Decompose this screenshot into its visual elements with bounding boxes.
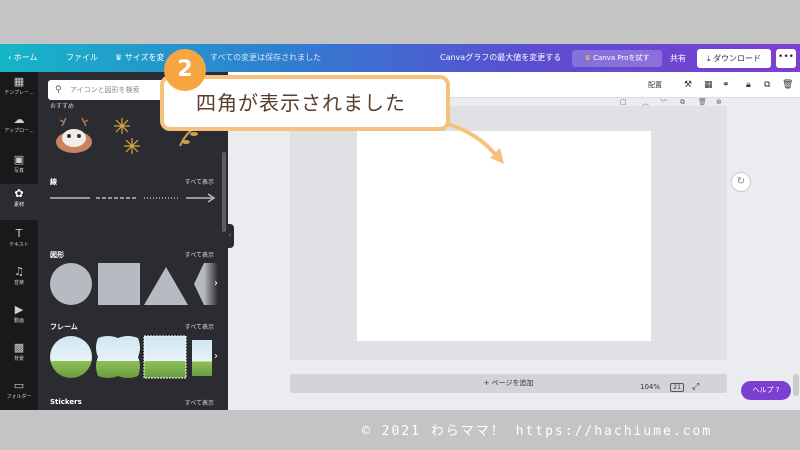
resize-button[interactable]: ♛ サイズを変: [115, 44, 164, 72]
panel-scrollbar[interactable]: [222, 152, 226, 232]
note-icon[interactable]: ▢: [620, 98, 627, 106]
shape-square[interactable]: [98, 263, 140, 305]
collapse-panel-handle[interactable]: ‹: [226, 224, 234, 248]
search-icon: ⚲: [55, 85, 62, 95]
file-menu[interactable]: ファイル: [66, 44, 98, 72]
link-icon[interactable]: ⚭: [722, 72, 730, 98]
callout-arrow-icon: [447, 122, 504, 164]
rail-label: アップロー...: [4, 128, 34, 134]
save-status: すべての変更は保存されました: [210, 53, 322, 62]
video-icon: ▶: [14, 303, 24, 316]
rail-item-text[interactable]: T テキスト: [0, 224, 38, 260]
frame-stamp[interactable]: [143, 335, 187, 379]
text-icon: T: [15, 227, 23, 240]
top-toolbar: ‹ ホーム ファイル ♛ サイズを変 すべての変更は保存されました Canvaグ…: [0, 44, 800, 72]
side-rail: ▦ テンプレー... ☁ アップロー... ▣ 写真 ✿ 素材 T テキスト ♫ 音楽 ▶ 動…: [0, 72, 38, 410]
rail-label: 音楽: [13, 280, 24, 286]
chevron-up-icon[interactable]: ︿: [642, 98, 649, 108]
photo-icon: ▣: [13, 153, 25, 166]
frames-next-arrow[interactable]: ›: [204, 334, 218, 380]
canvas-scrollbar[interactable]: [792, 98, 800, 410]
lock-icon[interactable]: 🔒︎: [746, 72, 751, 98]
help-button[interactable]: ヘルプ ?: [741, 381, 791, 400]
frames-see-all[interactable]: すべて表示: [185, 322, 214, 331]
sticker-deer[interactable]: [56, 117, 92, 153]
music-icon: ♫: [14, 265, 24, 278]
rail-label: 素材: [13, 202, 24, 208]
rail-label: 動画: [13, 318, 24, 324]
delete-page-icon[interactable]: 🗑︎: [698, 98, 707, 106]
template-icon: ▦: [13, 75, 25, 88]
copy-page-icon[interactable]: ⧉: [680, 98, 685, 107]
crown-icon: ♛: [115, 53, 125, 62]
position-button[interactable]: 配置: [648, 72, 662, 98]
callout-bubble: 四角が表示されました: [160, 75, 450, 131]
shape-circle[interactable]: [50, 263, 92, 305]
rail-item-music[interactable]: ♫ 音楽: [0, 262, 38, 298]
rail-label: テンプレー...: [4, 90, 34, 96]
download-button[interactable]: ⤓ ダウンロード: [697, 49, 771, 68]
try-pro-button[interactable]: ♛ Canva Proを試す: [572, 50, 662, 67]
step-badge: 2: [164, 49, 206, 91]
rail-label: フォルダー: [6, 394, 32, 400]
lines-row: [50, 193, 216, 203]
elements-icon: ✿: [14, 187, 24, 200]
footer-credit: © 2021 わらママ！ https://hachiume.com: [0, 410, 800, 450]
resize-label: サイズを変: [124, 53, 165, 62]
document-title[interactable]: Canvaグラフの最大値を変更する: [440, 44, 561, 72]
download-label: ダウンロード: [713, 54, 762, 63]
rail-item-photos[interactable]: ▣ 写真: [0, 150, 38, 186]
sticker-snowflakes[interactable]: [114, 118, 140, 154]
rail-item-background[interactable]: ▩ 背景: [0, 338, 38, 374]
credit-text: © 2021 わらママ！ https://hachiume.com: [362, 424, 713, 439]
recommended-title: おすすめ: [50, 103, 75, 110]
frame-circle[interactable]: [50, 336, 92, 378]
rail-item-templates[interactable]: ▦ テンプレー...: [0, 72, 38, 108]
share-button[interactable]: 共有: [664, 50, 692, 67]
home-label: ホーム: [13, 53, 38, 62]
page-controls: ▢ ︿ ﹀ ⧉ 🗑︎ ⊕: [618, 98, 730, 112]
rail-item-video[interactable]: ▶ 動画: [0, 300, 38, 336]
zoom-controls: 104% 21 ⤢: [640, 382, 699, 392]
lines-see-all[interactable]: すべて表示: [185, 177, 214, 186]
shapes-next-arrow[interactable]: ›: [204, 263, 218, 305]
chevron-down-icon[interactable]: ﹀: [660, 98, 667, 108]
rail-label: テキスト: [9, 242, 29, 248]
rail-label: 写真: [13, 168, 24, 174]
frames-title: フレーム: [50, 323, 78, 331]
frame-scalloped[interactable]: [96, 336, 140, 378]
background-icon: ▩: [13, 341, 25, 354]
top-margin: [0, 0, 800, 44]
shape-triangle[interactable]: [144, 267, 188, 305]
duplicate-icon[interactable]: ⧉: [764, 72, 770, 98]
rail-item-folder[interactable]: ▭ フォルダー: [0, 376, 38, 410]
transparency-icon[interactable]: ▦: [704, 72, 713, 98]
shapes-see-all[interactable]: すべて表示: [185, 250, 214, 259]
rail-label: 背景: [13, 356, 24, 362]
stickers-see-all[interactable]: すべて表示: [185, 398, 214, 407]
search-placeholder: アイコンと図形を検索: [70, 86, 140, 94]
page-count[interactable]: 21: [670, 383, 684, 392]
paint-roller-icon[interactable]: ⚒: [684, 72, 692, 98]
upload-icon: ☁: [13, 113, 25, 126]
more-button[interactable]: •••: [776, 49, 796, 68]
rail-item-uploads[interactable]: ☁ アップロー...: [0, 110, 38, 146]
trash-icon[interactable]: 🗑︎: [782, 72, 793, 98]
callout-text: 四角が表示されました: [196, 91, 406, 115]
frames-row: [50, 335, 212, 379]
lines-title: 線: [50, 178, 57, 186]
zoom-level[interactable]: 104%: [640, 383, 660, 391]
stickers-title: Stickers: [50, 398, 82, 406]
refresh-icon[interactable]: ↻: [731, 172, 751, 192]
crown-icon: ♛: [584, 54, 594, 62]
folder-icon: ▭: [13, 379, 25, 392]
add-page-icon[interactable]: ⊕: [716, 98, 722, 106]
fullscreen-icon[interactable]: ⤢: [692, 382, 699, 392]
shapes-title: 図形: [50, 251, 64, 259]
try-pro-label: Canva Proを試す: [593, 54, 650, 62]
back-home-button[interactable]: ‹ ホーム: [8, 44, 38, 72]
rail-item-elements[interactable]: ✿ 素材: [0, 184, 38, 220]
